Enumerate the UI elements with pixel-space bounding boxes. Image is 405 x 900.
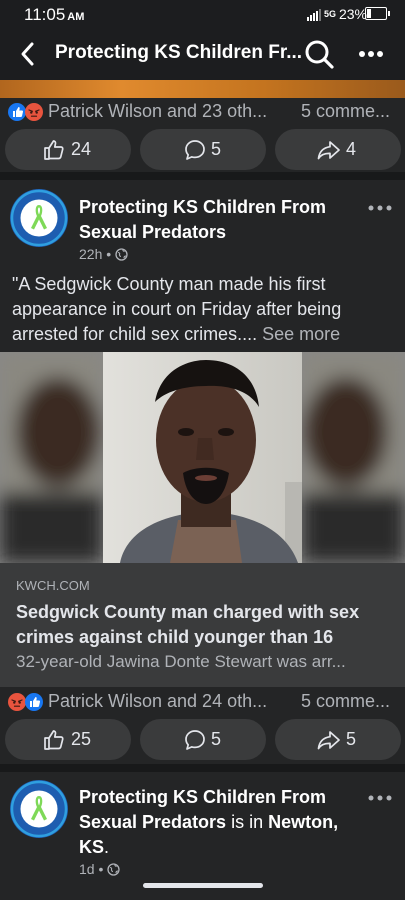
share-count: 5: [346, 729, 357, 749]
reactors-text: Patrick Wilson and 24 oth...: [48, 691, 268, 711]
awareness-ribbon-logo: [10, 780, 68, 838]
post-text: "A Sedgwick County man made his first ap…: [12, 274, 342, 344]
more-options-icon[interactable]: [356, 40, 386, 68]
comment-count: 5: [211, 139, 222, 159]
like-button[interactable]: 25: [5, 719, 131, 760]
globe-icon: [107, 863, 120, 876]
post-header-text: Protecting KS Children From Sexual Preda…: [79, 787, 339, 857]
share-button[interactable]: 4: [275, 129, 401, 170]
awareness-ribbon-logo: [10, 189, 68, 247]
like-count: 25: [71, 729, 92, 749]
post-timestamp: 22h •: [79, 246, 128, 262]
signal-icon: [306, 8, 321, 21]
link-title: Sedgwick County man charged with sex cri…: [16, 602, 360, 647]
angry-reaction-icon: [8, 693, 26, 711]
home-indicator[interactable]: [143, 883, 263, 888]
see-more-link[interactable]: See more: [262, 324, 340, 344]
link-description: 32-year-old Jawina Donte Stewart was arr…: [16, 652, 346, 671]
reactions-summary[interactable]: Patrick Wilson and 23 oth... 5 comme...: [8, 100, 398, 126]
page-avatar[interactable]: [10, 780, 68, 838]
link-source: KWCH.COM: [16, 578, 90, 593]
share-button[interactable]: 5: [275, 719, 401, 760]
page-avatar[interactable]: [10, 189, 68, 247]
search-icon[interactable]: [303, 38, 335, 70]
status-time: 11:05 AM: [24, 5, 85, 24]
post-page-name[interactable]: Protecting KS Children From Sexual Preda…: [79, 195, 341, 245]
like-button[interactable]: 24: [5, 129, 131, 170]
comment-button[interactable]: 5: [140, 719, 266, 760]
globe-icon: [115, 248, 128, 261]
comment-bubble-icon: [185, 730, 205, 750]
link-preview-card[interactable]: KWCH.COM Sedgwick County man charged wit…: [0, 563, 405, 687]
page-title: Protecting KS Children Fr...: [55, 42, 303, 63]
post-separator: [0, 172, 405, 180]
previous-post-image[interactable]: [0, 80, 405, 98]
post-separator: [0, 764, 405, 772]
share-arrow-icon: [317, 141, 340, 160]
comment-button[interactable]: 5: [140, 129, 266, 170]
comments-count-link[interactable]: 5 comme...: [301, 101, 390, 122]
reactions-summary[interactable]: Patrick Wilson and 24 oth... 5 comme...: [8, 690, 398, 716]
reactors-text: Patrick Wilson and 23 oth...: [48, 101, 268, 121]
status-bar: 11:05 AM 5G 23%: [0, 0, 405, 28]
post-more-options-icon[interactable]: [367, 793, 393, 803]
mugshot-photo: [0, 352, 405, 563]
thumbs-up-icon: [44, 730, 64, 750]
comment-bubble-icon: [185, 140, 205, 160]
like-reaction-icon: [25, 693, 43, 711]
share-count: 4: [346, 139, 357, 159]
post-more-options-icon[interactable]: [367, 203, 393, 213]
back-arrow-icon[interactable]: [14, 39, 44, 69]
top-app-bar: Protecting KS Children Fr...: [0, 28, 405, 80]
thumbs-up-icon: [44, 140, 64, 160]
comment-count: 5: [211, 729, 222, 749]
share-arrow-icon: [317, 731, 340, 750]
battery-icon: [365, 7, 390, 20]
battery-percent: 23%: [338, 6, 367, 22]
network-type: 5G: [323, 9, 336, 19]
like-reaction-icon: [8, 103, 26, 121]
angry-reaction-icon: [25, 103, 43, 121]
post-timestamp: 1d •: [79, 861, 120, 877]
like-count: 24: [71, 139, 92, 159]
link-preview-image[interactable]: [0, 352, 405, 563]
comments-count-link[interactable]: 5 comme...: [301, 691, 390, 712]
